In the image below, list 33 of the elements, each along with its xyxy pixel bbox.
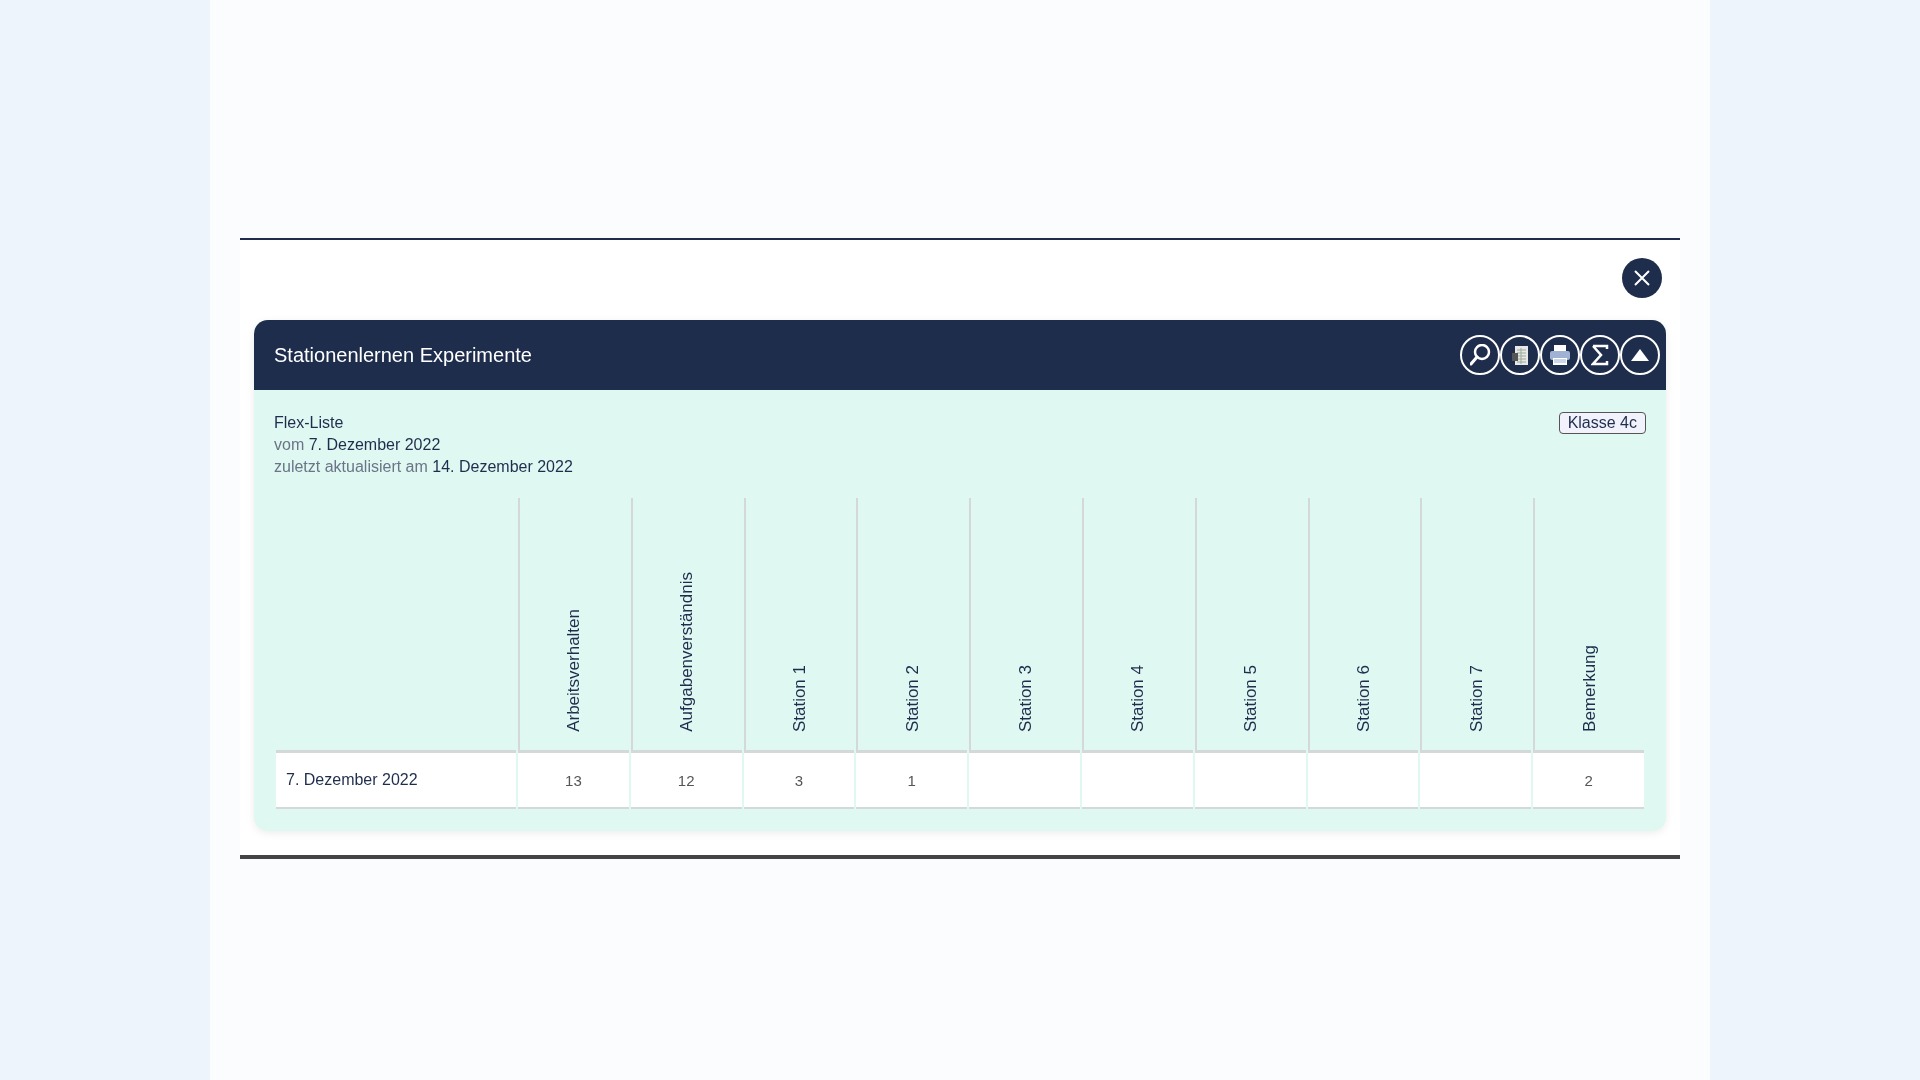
column-header: Station 4 — [1128, 664, 1149, 732]
updated-date: zuletzt aktualisiert am 14. Dezember 2022 — [274, 457, 573, 477]
column-header: Station 2 — [902, 664, 923, 732]
close-icon — [1633, 269, 1651, 287]
table-cell: 1 — [856, 753, 968, 809]
close-button[interactable] — [1622, 258, 1662, 298]
printer-icon — [1550, 345, 1570, 365]
toolbar-button[interactable] — [1460, 335, 1500, 375]
triangle-up-icon — [1631, 349, 1649, 361]
table-cell: 13 — [518, 753, 629, 809]
column-header: Station 7 — [1466, 664, 1487, 732]
toolbar-button[interactable] — [1620, 335, 1660, 375]
column-header: Station 3 — [1015, 664, 1036, 732]
toolbar-button[interactable] — [1580, 335, 1620, 375]
panel-title: Stationenlernen Experimente — [274, 343, 532, 367]
column-header: Bemerkung — [1579, 645, 1600, 732]
column-header: Aufgabenverständnis — [677, 572, 698, 732]
list-type: Flex-Liste — [274, 413, 345, 433]
spreadsheet-icon — [1512, 345, 1528, 365]
column-header: Arbeitsverhalten — [564, 609, 585, 732]
toolbar-button[interactable] — [1500, 335, 1540, 375]
toolbar-button[interactable] — [1540, 335, 1580, 375]
column-header: Station 6 — [1353, 664, 1374, 732]
table-cell: 3 — [743, 753, 855, 809]
column-header: Station 1 — [790, 664, 810, 732]
created-date: vom 7. Dezember 2022 — [274, 435, 442, 455]
sigma-icon — [1591, 344, 1609, 366]
table-cell: 2 — [1533, 753, 1644, 809]
search-icon — [1469, 344, 1491, 366]
table-cell: 12 — [630, 753, 742, 809]
column-header: Station 5 — [1241, 664, 1262, 732]
class-tag[interactable]: Klasse 4c — [1558, 412, 1646, 434]
row-label: 7. Dezember 2022 — [276, 753, 516, 809]
